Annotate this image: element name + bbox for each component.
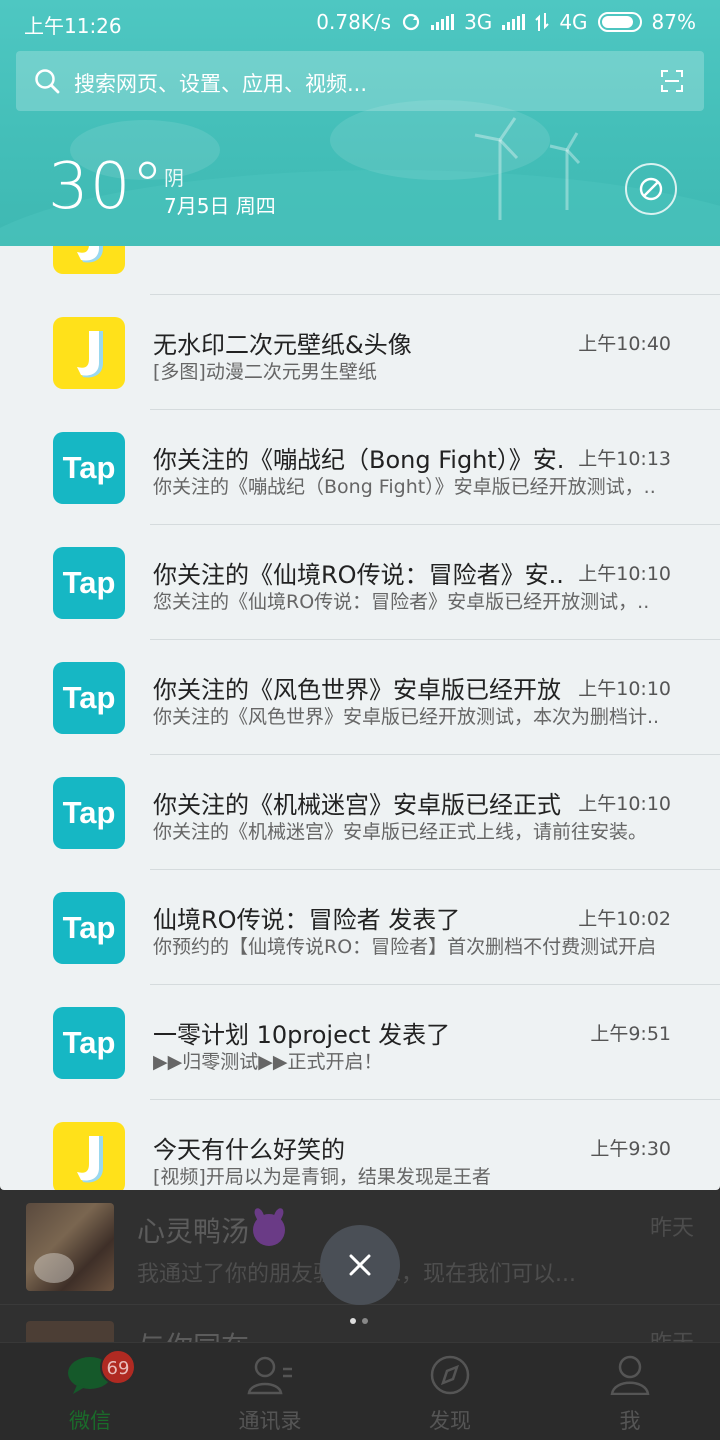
notification-title: 你关注的《机械迷宫》安卓版已经正式.. xyxy=(153,791,563,819)
wind-turbine-icon xyxy=(474,117,581,220)
notification-time: 上午10:02 xyxy=(578,908,671,930)
chat-time: 昨天 xyxy=(649,1216,694,1241)
tab-label: 微信 xyxy=(69,1409,111,1433)
notification-shade-header: 上午11:26 0.78K/s 3G 4G 87% 搜索网页、设置、应用、视频.… xyxy=(0,0,720,246)
notification-text: 你关注的《机械迷宫》安卓版已经正式上线，请前往安装。 xyxy=(153,821,648,843)
notification-text: ▶▶归零测试▶▶正式开启！ xyxy=(153,1051,383,1073)
notification-text: 你预约的【仙境传说RO：冒险者】首次删档不付费测试开启 xyxy=(153,936,657,958)
network-type-3g: 3G xyxy=(464,10,493,34)
notification-title: 无水印二次元壁纸&头像 xyxy=(153,331,412,359)
notification-item[interactable]: Tap 你关注的《嘣战纪（Bong Fight）》安.. 你关注的《嘣战纪（Bong… xyxy=(0,410,720,525)
tab-label: 发现 xyxy=(429,1409,471,1433)
compass-icon xyxy=(430,1355,470,1395)
notification-title: 你关注的《嘣战纪（Bong Fight）》安.. xyxy=(153,446,563,474)
notification-list: “绝对支配者”安兹再临！《OVERLORD Ⅲ》先行画面发布无水印二次元壁纸&头… xyxy=(0,246,720,1190)
notification-item[interactable]: Tap 一零计划 10project 发表了 ▶▶归零测试▶▶正式开启！ 上午9:51 xyxy=(0,985,720,1100)
notification-text: 你关注的《嘣战纪（Bong Fight）》安卓版已经开放测试，.. xyxy=(153,476,656,498)
notification-time: 上午10:10 xyxy=(578,678,671,700)
person-icon xyxy=(610,1355,650,1395)
battery-icon xyxy=(597,12,642,32)
notification-item[interactable]: 今天有什么好笑的 [视频]开局以为是青铜，结果发现是王者 上午9:30 xyxy=(0,1100,720,1190)
taptap-icon: Tap xyxy=(53,1007,125,1079)
notification-time: 上午10:10 xyxy=(578,793,671,815)
search-input[interactable]: 搜索网页、设置、应用、视频... xyxy=(74,68,367,98)
weather-condition: 阴 xyxy=(164,166,184,190)
taptap-icon: Tap xyxy=(53,547,125,619)
j-app-icon xyxy=(53,246,125,274)
taptap-icon: Tap xyxy=(53,892,125,964)
contacts-icon xyxy=(247,1356,292,1395)
tab-contacts[interactable]: 通讯录 xyxy=(180,1343,360,1440)
page-dot-active xyxy=(350,1318,356,1324)
close-button[interactable] xyxy=(320,1225,400,1305)
signal-bars-icon xyxy=(502,14,526,30)
notification-item[interactable]: 无水印二次元壁纸&头像 [多图]动漫二次元男生壁纸 上午10:40 xyxy=(0,295,720,410)
scan-icon[interactable] xyxy=(660,69,684,93)
status-bar: 上午11:26 0.78K/s 3G 4G 87% xyxy=(0,0,720,44)
tab-label: 通讯录 xyxy=(238,1409,302,1433)
sync-icon xyxy=(402,13,420,31)
status-time: 上午11:26 xyxy=(24,14,122,38)
j-app-icon xyxy=(53,317,125,389)
weather-date: 7月5日 周四 xyxy=(164,194,276,218)
tab-me[interactable]: 我 xyxy=(540,1343,720,1440)
notification-title: 仙境RO传说：冒险者 发表了 xyxy=(153,906,461,934)
notification-time: 上午10:40 xyxy=(578,333,671,355)
chat-name: 心灵鸭汤 xyxy=(137,1210,286,1250)
close-icon xyxy=(349,1254,371,1276)
svg-text:Tap: Tap xyxy=(63,910,116,945)
network-type-4g: 4G xyxy=(559,10,588,34)
tab-wechat[interactable]: 69 微信 xyxy=(0,1343,180,1440)
data-transfer-icon xyxy=(535,13,550,31)
page-dot xyxy=(362,1318,368,1324)
page-indicator xyxy=(350,1318,368,1324)
battery-percent: 87% xyxy=(651,10,696,34)
tab-discover[interactable]: 发现 xyxy=(360,1343,540,1440)
notification-item[interactable]: Tap 你关注的《风色世界》安卓版已经开放.. 你关注的《风色世界》安卓版已经开放测… xyxy=(0,640,720,755)
chat-list-item[interactable]: 与你同在 昨天 xyxy=(0,1305,720,1345)
notification-text: 您关注的《仙境RO传说：冒险者》安卓版已经开放测试，.. xyxy=(153,591,650,613)
search-bar[interactable]: 搜索网页、设置、应用、视频... xyxy=(16,51,704,111)
j-app-icon xyxy=(53,1122,125,1190)
taptap-icon: Tap xyxy=(53,662,125,734)
avatar xyxy=(26,1203,114,1291)
notification-text: [视频]开局以为是青铜，结果发现是王者 xyxy=(153,1166,491,1188)
notification-time: 上午10:13 xyxy=(578,448,671,470)
tab-label: 我 xyxy=(619,1409,641,1433)
notification-title: 你关注的《仙境RO传说：冒险者》安.. xyxy=(153,561,563,589)
svg-text:Tap: Tap xyxy=(63,1025,116,1060)
notification-item[interactable]: Tap 你关注的《机械迷宫》安卓版已经正式.. 你关注的《机械迷宫》安卓版已经正式上… xyxy=(0,755,720,870)
signal-bars-icon xyxy=(431,14,455,30)
svg-text:Tap: Tap xyxy=(63,795,116,830)
notification-text: 你关注的《风色世界》安卓版已经开放测试，本次为删档计.. xyxy=(153,706,660,728)
svg-text:Tap: Tap xyxy=(63,450,116,485)
network-speed: 0.78K/s xyxy=(316,10,392,34)
devil-emoji-icon xyxy=(253,1214,286,1246)
notification-time: 上午9:51 xyxy=(590,1023,671,1045)
unread-badge: 69 xyxy=(100,1349,136,1385)
notification-time: 上午9:30 xyxy=(590,1138,671,1160)
notification-item[interactable]: “绝对支配者”安兹再临！《OVERLORD Ⅲ》先行画面发布 xyxy=(0,246,720,295)
svg-text:Tap: Tap xyxy=(63,680,116,715)
notification-title: 你关注的《风色世界》安卓版已经开放.. xyxy=(153,676,563,704)
notification-item[interactable]: Tap 你关注的《仙境RO传说：冒险者》安.. 您关注的《仙境RO传说：冒险者》安卓… xyxy=(0,525,720,640)
notification-title: 一零计划 10project 发表了 xyxy=(153,1021,451,1049)
notification-item[interactable]: Tap 仙境RO传说：冒险者 发表了 你预约的【仙境传说RO：冒险者】首次删档不付费… xyxy=(0,870,720,985)
clear-notifications-button[interactable] xyxy=(625,163,677,215)
notification-time: 上午10:10 xyxy=(578,563,671,585)
bottom-tab-bar: 69 微信 通讯录 发现 我 xyxy=(0,1342,720,1440)
notification-title: 今天有什么好笑的 xyxy=(153,1136,345,1164)
taptap-icon: Tap xyxy=(53,777,125,849)
svg-text:Tap: Tap xyxy=(63,565,116,600)
taptap-icon: Tap xyxy=(53,432,125,504)
clear-all-icon xyxy=(639,177,663,201)
notification-text: [多图]动漫二次元男生壁纸 xyxy=(153,361,377,383)
weather-temperature: 30° xyxy=(48,150,165,224)
status-icons: 0.78K/s 3G 4G 87% xyxy=(316,10,696,34)
search-icon xyxy=(35,69,60,94)
